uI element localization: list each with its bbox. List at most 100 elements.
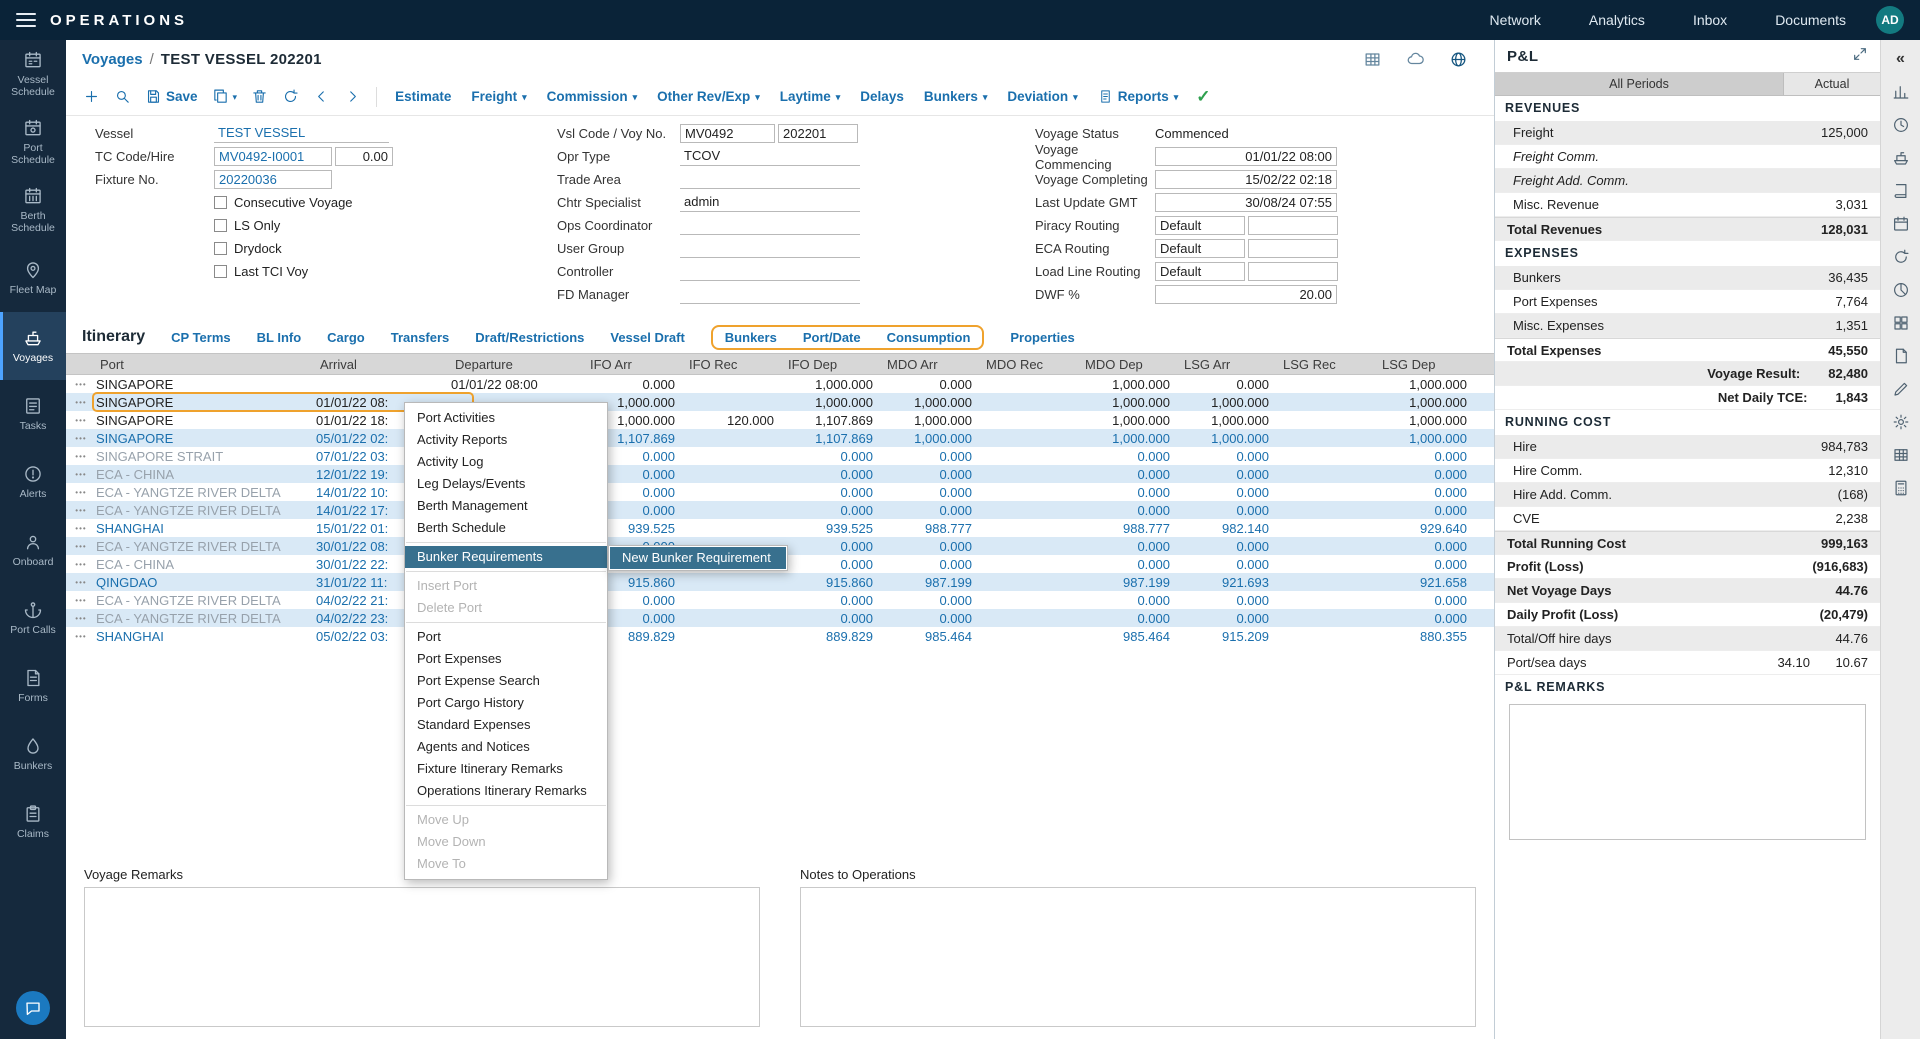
calculator-icon[interactable] bbox=[1888, 475, 1914, 501]
col-header-departure[interactable]: Departure bbox=[451, 357, 586, 372]
menu-item-bunker-requirements[interactable]: Bunker Requirements bbox=[405, 546, 607, 568]
menu-item-port-expenses[interactable]: Port Expenses bbox=[405, 648, 607, 670]
itinerary-row[interactable]: •••SHANGHAI05/02/22 03:889.829889.829985… bbox=[66, 627, 1494, 645]
forward-button[interactable] bbox=[337, 84, 368, 109]
ops-coordinator-field[interactable] bbox=[680, 216, 860, 235]
dwf-field[interactable]: 20.00 bbox=[1155, 285, 1337, 304]
tab-bunkers[interactable]: Bunkers bbox=[725, 330, 777, 345]
sidebar-item-voyages[interactable]: Voyages bbox=[0, 312, 66, 380]
trade-area-field[interactable] bbox=[680, 170, 860, 189]
itinerary-row[interactable]: •••SINGAPORE01/01/22 08:000.0001,000.000… bbox=[66, 375, 1494, 393]
row-handle-icon[interactable]: ••• bbox=[66, 452, 96, 461]
tab-consumption[interactable]: Consumption bbox=[887, 330, 971, 345]
row-handle-icon[interactable]: ••• bbox=[66, 542, 96, 551]
notes-to-operations-input[interactable] bbox=[800, 887, 1476, 1027]
menu-icon[interactable] bbox=[16, 9, 36, 31]
sidebar-item-vessel-schedule[interactable]: Vessel Schedule bbox=[0, 40, 66, 108]
itinerary-row[interactable]: •••SINGAPORE05/01/22 02:1,107.8691,107.8… bbox=[66, 429, 1494, 447]
col-header-mdo-rec[interactable]: MDO Rec bbox=[982, 357, 1081, 372]
menu-item-port[interactable]: Port bbox=[405, 626, 607, 648]
itinerary-row[interactable]: •••QINGDAO31/01/22 11:915.860915.860987.… bbox=[66, 573, 1494, 591]
vsl-code-voy-no-field-2[interactable]: 202201 bbox=[778, 124, 858, 143]
col-header-lsg-arr[interactable]: LSG Arr bbox=[1180, 357, 1279, 372]
fd-manager-field[interactable] bbox=[680, 285, 860, 304]
document-icon[interactable] bbox=[1888, 343, 1914, 369]
tab-itinerary[interactable]: Itinerary bbox=[82, 328, 145, 346]
last-update-gmt-field[interactable]: 30/08/24 07:55 bbox=[1155, 193, 1337, 212]
menu-item-activity-reports[interactable]: Activity Reports bbox=[405, 429, 607, 451]
ledger-icon[interactable] bbox=[1888, 178, 1914, 204]
pnl-tab-actual[interactable]: Actual bbox=[1784, 73, 1880, 95]
menu-item-agents-and-notices[interactable]: Agents and Notices bbox=[405, 736, 607, 758]
sidebar-item-tasks[interactable]: Tasks bbox=[0, 380, 66, 448]
topbar-link-network[interactable]: Network bbox=[1466, 12, 1565, 28]
delays-button[interactable]: Delays bbox=[850, 85, 914, 108]
itinerary-row[interactable]: •••ECA - YANGTZE RIVER DELTA04/02/22 21:… bbox=[66, 591, 1494, 609]
checkbox-ls-only[interactable]: LS Only bbox=[214, 218, 280, 233]
sidebar-item-forms[interactable]: Forms bbox=[0, 652, 66, 720]
laytime-button[interactable]: Laytime▾ bbox=[770, 85, 851, 108]
tab-cargo[interactable]: Cargo bbox=[327, 330, 365, 345]
other-rev-exp-button[interactable]: Other Rev/Exp▾ bbox=[647, 85, 770, 108]
validate-check-icon[interactable]: ✓ bbox=[1196, 87, 1210, 107]
checkbox-consecutive-voyage[interactable]: Consecutive Voyage bbox=[214, 195, 353, 210]
tab-cp-terms[interactable]: CP Terms bbox=[171, 330, 231, 345]
avatar[interactable]: AD bbox=[1876, 6, 1904, 34]
save-button[interactable]: Save bbox=[138, 84, 205, 109]
tab-vessel-draft[interactable]: Vessel Draft bbox=[610, 330, 684, 345]
sidebar-item-onboard[interactable]: Onboard bbox=[0, 516, 66, 584]
sidebar-item-port-calls[interactable]: Port Calls bbox=[0, 584, 66, 652]
estimate-button[interactable]: Estimate bbox=[385, 85, 461, 108]
row-handle-icon[interactable]: ••• bbox=[66, 416, 96, 425]
bar-chart-icon[interactable] bbox=[1888, 79, 1914, 105]
sidebar-item-fleet-map[interactable]: Fleet Map bbox=[0, 244, 66, 312]
menu-item-leg-delays-events[interactable]: Leg Delays/Events bbox=[405, 473, 607, 495]
menu-item-port-activities[interactable]: Port Activities bbox=[405, 407, 607, 429]
itinerary-row[interactable]: •••ECA - YANGTZE RIVER DELTA04/02/22 23:… bbox=[66, 609, 1494, 627]
tc-code-field[interactable]: MV0492-I0001 bbox=[214, 147, 332, 166]
vessel-field[interactable]: TEST VESSEL bbox=[214, 124, 389, 143]
add-button[interactable] bbox=[76, 84, 107, 109]
voyage-completing-field[interactable]: 15/02/22 02:18 bbox=[1155, 170, 1337, 189]
chtr-specialist-field[interactable]: admin bbox=[680, 193, 860, 212]
tab-transfers[interactable]: Transfers bbox=[391, 330, 450, 345]
bunkers-button[interactable]: Bunkers▾ bbox=[914, 85, 998, 108]
delete-button[interactable] bbox=[244, 84, 275, 109]
opr-type-field[interactable]: TCOV bbox=[680, 147, 860, 166]
itinerary-row[interactable]: •••ECA - YANGTZE RIVER DELTA14/01/22 10:… bbox=[66, 483, 1494, 501]
load-line-routing-field[interactable]: Default bbox=[1155, 262, 1245, 281]
row-handle-icon[interactable]: ••• bbox=[66, 398, 96, 407]
col-header-mdo-dep[interactable]: MDO Dep bbox=[1081, 357, 1180, 372]
tab-draft-restrictions[interactable]: Draft/Restrictions bbox=[475, 330, 584, 345]
cloud-icon[interactable] bbox=[1406, 50, 1425, 69]
menu-item-port-expense-search[interactable]: Port Expense Search bbox=[405, 670, 607, 692]
grid-icon[interactable] bbox=[1888, 310, 1914, 336]
col-header-port[interactable]: Port bbox=[96, 357, 316, 372]
col-header-ifo-dep[interactable]: IFO Dep bbox=[784, 357, 883, 372]
expand-icon[interactable] bbox=[1852, 46, 1868, 66]
row-handle-icon[interactable]: ••• bbox=[66, 488, 96, 497]
itinerary-row[interactable]: •••ECA - CHINA12/01/22 19:0.0000.0000.00… bbox=[66, 465, 1494, 483]
itinerary-row[interactable]: •••ECA - YANGTZE RIVER DELTA14/01/22 17:… bbox=[66, 501, 1494, 519]
piracy-routing-field[interactable]: Default bbox=[1155, 216, 1245, 235]
col-header-ifo-arr[interactable]: IFO Arr bbox=[586, 357, 685, 372]
row-handle-icon[interactable]: ••• bbox=[66, 380, 96, 389]
eca-routing-field-2[interactable] bbox=[1248, 239, 1338, 258]
col-header-arrival[interactable]: Arrival bbox=[316, 357, 451, 372]
globe-icon[interactable] bbox=[1449, 50, 1468, 69]
tab-properties[interactable]: Properties bbox=[1010, 330, 1074, 345]
fixture-no-field[interactable]: 20220036 bbox=[214, 170, 332, 189]
piracy-routing-field-2[interactable] bbox=[1248, 216, 1338, 235]
submenu-item-new-bunker-requirement[interactable]: New Bunker Requirement bbox=[610, 547, 786, 569]
sidebar-item-berth-schedule[interactable]: Berth Schedule bbox=[0, 176, 66, 244]
back-button[interactable] bbox=[306, 84, 337, 109]
row-handle-icon[interactable]: ••• bbox=[66, 578, 96, 587]
checkbox-drydock[interactable]: Drydock bbox=[214, 241, 282, 256]
chat-button[interactable] bbox=[16, 991, 50, 1025]
topbar-link-inbox[interactable]: Inbox bbox=[1669, 12, 1751, 28]
menu-item-berth-management[interactable]: Berth Management bbox=[405, 495, 607, 517]
row-handle-icon[interactable]: ••• bbox=[66, 632, 96, 641]
menu-item-port-cargo-history[interactable]: Port Cargo History bbox=[405, 692, 607, 714]
controller-field[interactable] bbox=[680, 262, 860, 281]
eca-routing-field[interactable]: Default bbox=[1155, 239, 1245, 258]
